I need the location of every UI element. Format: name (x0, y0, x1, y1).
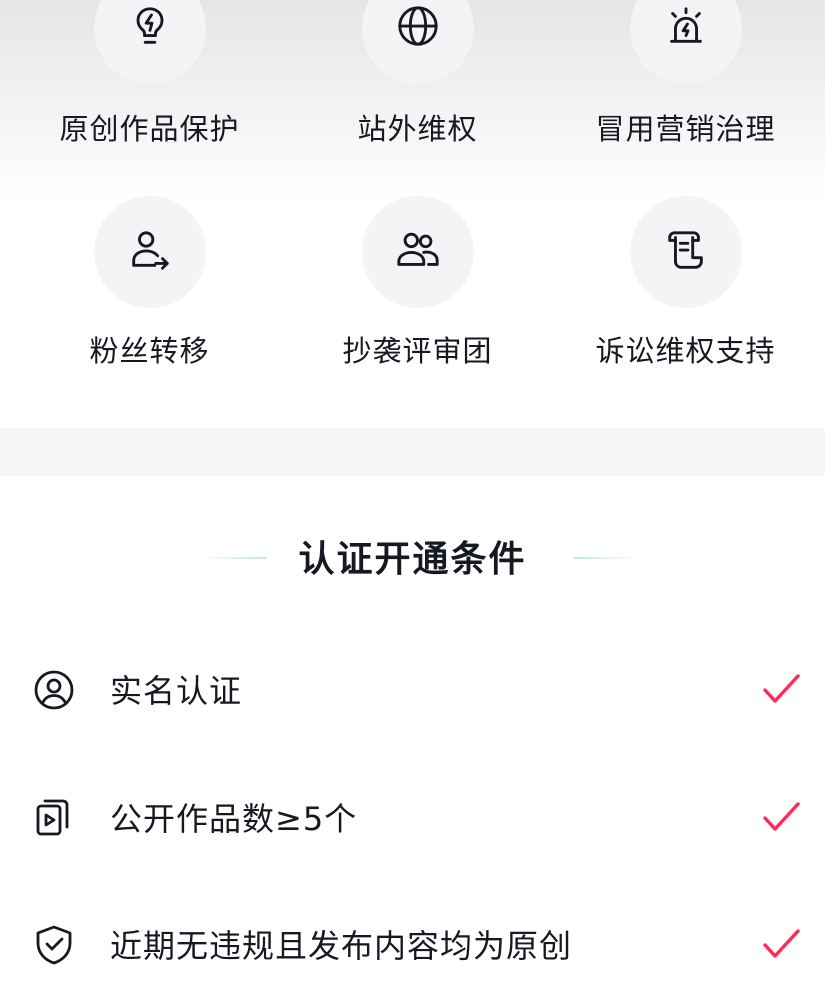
condition-text: 实名认证 (110, 672, 243, 710)
feature-icon-circle (629, 0, 742, 84)
alarm-siren-icon (663, 3, 709, 53)
certification-page: 原创作品保护 站外维权 冒用营销治理 粉丝转移 抄袭评审团 诉讼维权支持 认证开… (0, 0, 825, 991)
condition-public-works: 公开作品数≥5个 (0, 776, 825, 856)
lightbulb-bolt-icon (127, 3, 173, 53)
feature-label: 粉丝转移 (89, 334, 210, 368)
feature-icon-circle (93, 0, 206, 84)
condition-text: 近期无违规且发布内容均为原创 (110, 927, 573, 965)
globe-icon (395, 3, 441, 53)
feature-label: 原创作品保护 (59, 112, 240, 146)
feature-label: 冒用营销治理 (595, 112, 776, 146)
section-divider (0, 428, 825, 476)
user-transfer-icon (127, 227, 173, 277)
conditions-header: 认证开通条件 (0, 530, 825, 586)
shield-check-icon (32, 923, 76, 967)
check-icon (760, 668, 802, 710)
feature-icon-circle (361, 0, 474, 84)
check-icon (760, 796, 802, 838)
condition-real-name: 实名认证 (0, 648, 825, 728)
feature-icon-circle (361, 196, 474, 308)
conditions-title: 认证开通条件 (298, 539, 527, 580)
feature-icon-circle (629, 196, 742, 308)
feature-label: 诉讼维权支持 (595, 334, 776, 368)
scroll-document-icon (663, 227, 709, 277)
title-decor-line-right (574, 557, 638, 559)
feature-icon-circle (93, 196, 206, 308)
condition-text: 公开作品数≥5个 (110, 800, 358, 838)
users-group-icon (395, 227, 441, 277)
condition-no-violation: 近期无违规且发布内容均为原创 (0, 903, 825, 983)
feature-label: 抄袭评审团 (342, 334, 493, 368)
feature-label: 站外维权 (357, 112, 478, 146)
features-grid: 原创作品保护 站外维权 冒用营销治理 粉丝转移 抄袭评审团 诉讼维权支持 (0, 0, 825, 428)
user-circle-icon (32, 668, 76, 712)
video-card-icon (32, 796, 76, 840)
check-icon (760, 923, 802, 965)
